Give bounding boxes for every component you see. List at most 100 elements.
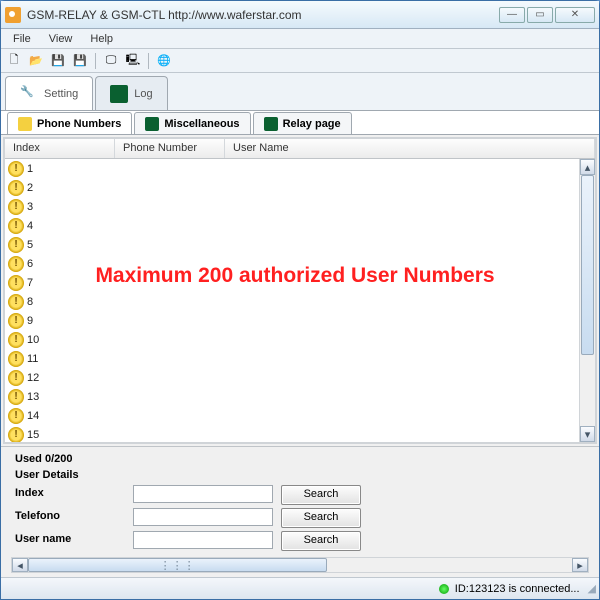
wrench-icon: 🔧	[20, 85, 38, 103]
relay-icon	[264, 117, 278, 131]
row-index: 2	[27, 182, 47, 194]
warning-icon	[8, 408, 24, 424]
size-grip-icon[interactable]: ◢	[588, 582, 593, 595]
tab-setting[interactable]: 🔧 Setting	[5, 76, 93, 110]
scroll-down-icon[interactable]: ▾	[580, 426, 595, 442]
tab-setting-label: Setting	[44, 88, 78, 100]
sub-tabs: Phone Numbers Miscellaneous Relay page	[1, 111, 599, 135]
hscroll-left-icon[interactable]: ◂	[12, 558, 28, 572]
row-index: 1	[27, 163, 47, 175]
row-index: 13	[27, 391, 47, 403]
warning-icon	[8, 370, 24, 386]
toolbar: 🗋 📂 💾 💾 🖵 🖳 🌐	[1, 49, 599, 73]
col-user[interactable]: User Name	[225, 139, 595, 158]
table-row[interactable]: 4	[5, 216, 595, 235]
search-username-button[interactable]: Search	[281, 531, 361, 551]
row-index: 14	[27, 410, 47, 422]
telefono-input[interactable]	[133, 508, 273, 526]
user-details-label: User Details	[15, 469, 591, 481]
table-row[interactable]: 11	[5, 349, 595, 368]
menu-file[interactable]: File	[5, 31, 39, 47]
warning-icon	[8, 237, 24, 253]
row-index: 3	[27, 201, 47, 213]
hscroll-thumb[interactable]: ⋮⋮⋮	[28, 558, 327, 572]
warning-icon	[8, 199, 24, 215]
maximize-button[interactable]: ▭	[527, 7, 553, 23]
menu-help[interactable]: Help	[82, 31, 121, 47]
warning-icon	[8, 218, 24, 234]
table-row[interactable]: 5	[5, 235, 595, 254]
table-row[interactable]: 2	[5, 178, 595, 197]
saveall-icon[interactable]: 💾	[71, 52, 89, 70]
web-icon[interactable]: 🌐	[155, 52, 173, 70]
table-row[interactable]: 12	[5, 368, 595, 387]
oscilloscope-icon	[110, 85, 128, 103]
warning-icon	[8, 351, 24, 367]
index-input[interactable]	[133, 485, 273, 503]
table-row[interactable]: 8	[5, 292, 595, 311]
scroll-thumb[interactable]	[581, 175, 594, 355]
warning-icon	[8, 389, 24, 405]
window-title: GSM-RELAY & GSM-CTL http://www.waferstar…	[27, 8, 499, 22]
device-icon[interactable]: 🖵	[102, 52, 120, 70]
app-icon	[5, 7, 21, 23]
search-telefono-button[interactable]: Search	[281, 508, 361, 528]
main-tabs: 🔧 Setting Log	[1, 73, 599, 111]
hscroll-right-icon[interactable]: ▸	[572, 558, 588, 572]
subtab-misc[interactable]: Miscellaneous	[134, 112, 250, 134]
minimize-button[interactable]: —	[499, 7, 525, 23]
table-row[interactable]: 10	[5, 330, 595, 349]
status-text: ID:123123 is connected...	[455, 583, 580, 595]
save-icon[interactable]: 💾	[49, 52, 67, 70]
table-row[interactable]: 1	[5, 159, 595, 178]
status-led-icon	[439, 584, 449, 594]
col-index[interactable]: Index	[5, 139, 115, 158]
menu-view[interactable]: View	[41, 31, 81, 47]
warning-icon	[8, 161, 24, 177]
phone-icon	[18, 117, 32, 131]
table-row[interactable]: 3	[5, 197, 595, 216]
row-index: 12	[27, 372, 47, 384]
row-index: 8	[27, 296, 47, 308]
row-index: 10	[27, 334, 47, 346]
warning-icon	[8, 180, 24, 196]
open-icon[interactable]: 📂	[27, 52, 45, 70]
statusbar: ID:123123 is connected... ◢	[1, 577, 599, 599]
row-index: 4	[27, 220, 47, 232]
warning-icon	[8, 313, 24, 329]
list-header: Index Phone Number User Name	[5, 139, 595, 159]
warning-icon	[8, 427, 24, 443]
vertical-scrollbar[interactable]: ▴ ▾	[579, 159, 595, 442]
col-phone[interactable]: Phone Number	[115, 139, 225, 158]
connect-icon[interactable]: 🖳	[124, 52, 142, 70]
table-row[interactable]: 15	[5, 425, 595, 442]
username-label: User name	[15, 531, 125, 551]
menubar: File View Help	[1, 29, 599, 49]
used-count: Used 0/200	[15, 453, 591, 465]
index-label: Index	[15, 485, 125, 505]
scroll-up-icon[interactable]: ▴	[580, 159, 595, 175]
table-row[interactable]: 13	[5, 387, 595, 406]
row-index: 5	[27, 239, 47, 251]
tab-log-label: Log	[134, 88, 152, 100]
row-index: 9	[27, 315, 47, 327]
titlebar[interactable]: GSM-RELAY & GSM-CTL http://www.waferstar…	[1, 1, 599, 29]
subtab-relay[interactable]: Relay page	[253, 112, 352, 134]
list-body: 12345678910111213141516Maximum 200 autho…	[5, 159, 595, 442]
misc-icon	[145, 117, 159, 131]
subtab-relay-label: Relay page	[283, 118, 341, 130]
footer-panel: Used 0/200 User Details Index Search Tel…	[1, 446, 599, 577]
search-index-button[interactable]: Search	[281, 485, 361, 505]
table-row[interactable]: 14	[5, 406, 595, 425]
subtab-phone-label: Phone Numbers	[37, 118, 121, 130]
new-icon[interactable]: 🗋	[5, 52, 23, 70]
horizontal-scrollbar[interactable]: ◂ ⋮⋮⋮ ▸	[11, 557, 589, 573]
content-area: Index Phone Number User Name 12345678910…	[3, 137, 597, 444]
username-input[interactable]	[133, 531, 273, 549]
tab-log[interactable]: Log	[95, 76, 167, 110]
overlay-text: Maximum 200 authorized User Numbers	[5, 264, 585, 288]
row-index: 15	[27, 429, 47, 441]
subtab-phone[interactable]: Phone Numbers	[7, 112, 132, 134]
close-button[interactable]: ✕	[555, 7, 595, 23]
table-row[interactable]: 9	[5, 311, 595, 330]
